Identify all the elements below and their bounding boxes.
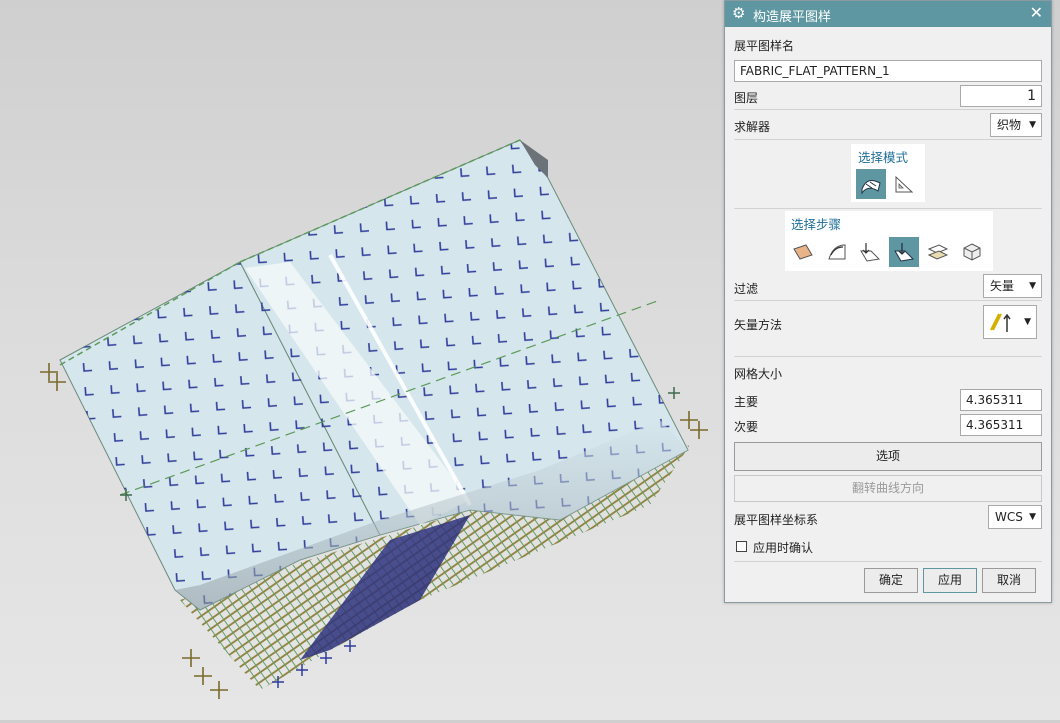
vector-method-label: 矢量方法 [734,318,783,332]
solver-dropdown[interactable]: 织物 ▼ [990,113,1042,137]
separator [734,109,1042,110]
solver-label: 求解器 [734,120,771,134]
box-step-icon [963,243,981,261]
vector-method-icon [990,313,1011,332]
csys-dropdown[interactable]: WCS ▼ [988,505,1042,529]
select-steps-group: 选择步骤 [785,211,993,271]
layer-label: 图层 [734,91,759,105]
separator [734,561,1042,562]
vector-method-dropdown[interactable]: ▼ [983,305,1037,339]
surface-step-icon [793,244,813,260]
filter-value: 矢量 [990,279,1015,293]
vector-step-button[interactable] [889,237,919,267]
chevron-down-icon: ▼ [1029,281,1036,291]
dialog-title: 构造展平图样 [753,10,832,25]
primary-label: 主要 [734,395,759,409]
chevron-down-icon: ▼ [1029,120,1036,130]
confirm-on-apply-checkbox[interactable] [736,541,747,552]
select-mode-group: 选择模式 [851,144,925,202]
chevron-down-icon: ▼ [1029,512,1036,522]
separator [734,139,1042,140]
pattern-name-label: 展平图样名 [734,39,795,53]
select-steps-title: 选择步骤 [791,217,842,232]
surface-mode-button[interactable] [856,169,886,199]
pattern-name-input[interactable]: FABRIC_FLAT_PATTERN_1 [734,60,1042,82]
surface-mode-icon [861,180,881,195]
csys-label: 展平图样坐标系 [734,513,819,527]
separator [734,356,1042,357]
point-step-button[interactable] [855,237,885,267]
primary-input[interactable]: 4.365311 [960,389,1042,411]
select-mode-title: 选择模式 [858,150,909,165]
gear-icon: ⚙ [732,4,746,22]
dialog-titlebar[interactable]: ⚙ 构造展平图样 ✕ [725,1,1051,27]
curve-step-icon [828,244,846,260]
csys-value: WCS [995,510,1023,524]
separator [734,208,1042,209]
ok-button[interactable]: 确定 [864,568,918,593]
solver-value: 织物 [997,118,1022,132]
options-button[interactable]: 选项 [734,442,1042,471]
chevron-down-icon: ▼ [1024,317,1031,327]
point-step-icon [860,243,881,262]
secondary-label: 次要 [734,420,759,434]
triangle-mode-button[interactable] [889,169,919,199]
layer-input[interactable]: 1 [960,85,1042,107]
triangle-mode-icon [895,175,914,193]
confirm-on-apply-label: 应用时确认 [753,541,814,555]
cancel-button[interactable]: 取消 [982,568,1036,593]
layers-step-button[interactable] [923,237,953,267]
layers-step-icon [927,244,949,260]
filter-label: 过滤 [734,282,759,296]
construct-flat-pattern-dialog: ⚙ 构造展平图样 ✕ 展平图样名 FABRIC_FLAT_PATTERN_1 图… [724,0,1052,603]
mesh-size-label: 网格大小 [734,367,783,381]
apply-button[interactable]: 应用 [923,568,977,593]
box-step-button[interactable] [957,237,987,267]
curve-step-button[interactable] [822,237,852,267]
surface-step-button[interactable] [788,237,818,267]
filter-dropdown[interactable]: 矢量 ▼ [983,274,1042,298]
reverse-curve-direction-button[interactable]: 翻转曲线方向 [734,475,1042,502]
vector-step-icon [894,243,915,262]
separator [734,300,1042,301]
secondary-input[interactable]: 4.365311 [960,414,1042,436]
close-icon[interactable]: ✕ [1030,3,1043,22]
